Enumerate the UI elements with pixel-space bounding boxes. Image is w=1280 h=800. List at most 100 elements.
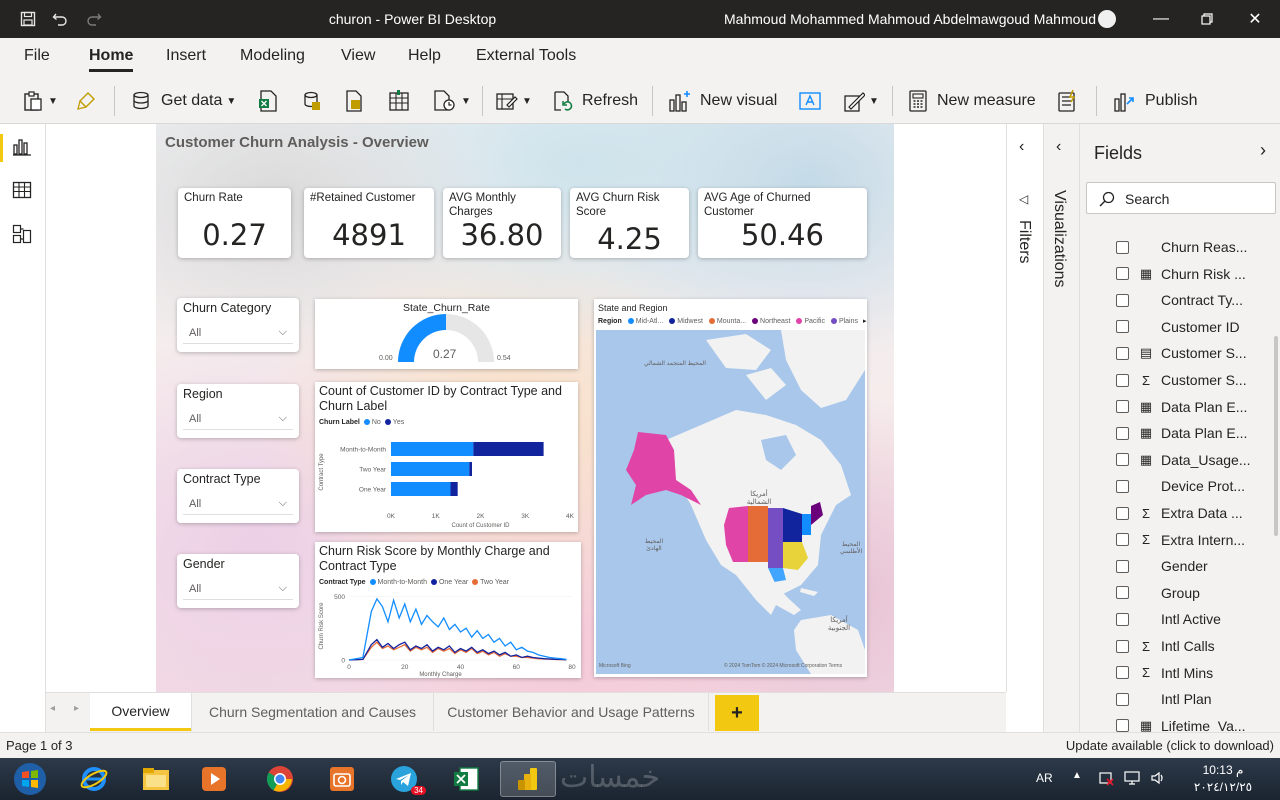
model-view-icon[interactable] — [12, 224, 34, 246]
field-item[interactable]: ▦ Churn Risk ... — [1116, 261, 1276, 287]
menu-insert[interactable]: Insert — [166, 47, 206, 65]
more-visuals-button[interactable]: ▼ — [843, 88, 879, 114]
menu-view[interactable]: View — [341, 47, 375, 65]
card-avg-churn-risk-score[interactable]: AVG Churn Risk Score 4.25 — [570, 188, 689, 258]
gauge-visual[interactable]: State_Churn_Rate 0.00 0.54 0.27 — [315, 299, 578, 369]
tab-customer-behavior[interactable]: Customer Behavior and Usage Patterns — [433, 693, 709, 731]
save-icon[interactable] — [12, 0, 44, 38]
restore-icon[interactable] — [1184, 0, 1230, 38]
media-player-icon[interactable] — [186, 761, 242, 797]
field-checkbox[interactable] — [1116, 533, 1129, 547]
field-item[interactable]: ▦ Lifetime_Va... — [1116, 713, 1276, 732]
menu-home[interactable]: Home — [89, 47, 134, 72]
field-item[interactable]: Σ Extra Intern... — [1116, 527, 1276, 553]
menu-file[interactable]: File — [24, 47, 50, 65]
tray-overflow-icon[interactable]: ▲ — [1072, 770, 1082, 781]
excel-workbook-button[interactable] — [258, 88, 278, 114]
filters-pane[interactable]: ‹ ◁ Filters — [1006, 124, 1043, 692]
table-view-icon[interactable] — [12, 180, 34, 202]
dataverse-button[interactable] — [300, 88, 322, 114]
new-measure-button[interactable]: New measure — [907, 88, 1036, 114]
slicer-gender[interactable]: Gender All ⌵ — [177, 554, 299, 608]
bar-segment[interactable] — [450, 482, 458, 496]
field-checkbox[interactable] — [1116, 400, 1129, 414]
card-retained-customer[interactable]: #Retained Customer 4891 — [304, 188, 434, 258]
field-item[interactable]: Contract Ty... — [1116, 287, 1276, 313]
field-checkbox[interactable] — [1116, 586, 1129, 600]
slicer-dropdown[interactable]: All ⌵ — [183, 324, 293, 344]
field-checkbox[interactable] — [1116, 346, 1129, 360]
field-checkbox[interactable] — [1116, 612, 1129, 626]
field-item[interactable]: Σ Intl Calls — [1116, 633, 1276, 659]
chrome-icon[interactable] — [252, 761, 308, 797]
map-visual[interactable]: State and Region Region Mid-Atl... Midwe… — [594, 299, 867, 677]
bar-segment[interactable] — [469, 462, 472, 476]
field-checkbox[interactable] — [1116, 666, 1129, 680]
field-checkbox[interactable] — [1116, 373, 1129, 387]
file-explorer-icon[interactable] — [128, 761, 184, 797]
field-checkbox[interactable] — [1116, 267, 1129, 281]
field-checkbox[interactable] — [1116, 559, 1129, 573]
slicer-dropdown[interactable]: All ⌵ — [183, 580, 293, 600]
visualizations-label[interactable]: Visualizations — [1050, 190, 1068, 288]
close-icon[interactable]: ✕ — [1232, 0, 1278, 38]
telegram-icon[interactable]: 34 — [376, 761, 432, 797]
bar-chart-visual[interactable]: Count of Customer ID by Contract Type an… — [315, 382, 578, 532]
bar-segment[interactable] — [391, 442, 474, 456]
internet-explorer-icon[interactable] — [66, 761, 122, 797]
field-item[interactable]: ▦ Data Plan E... — [1116, 420, 1276, 446]
chevron-right-icon[interactable]: › — [1260, 140, 1266, 161]
menu-modeling[interactable]: Modeling — [240, 47, 305, 65]
field-checkbox[interactable] — [1116, 320, 1129, 334]
slicer-dropdown[interactable]: All ⌵ — [183, 495, 293, 515]
field-item[interactable]: Device Prot... — [1116, 473, 1276, 499]
volume-icon[interactable] — [1150, 770, 1166, 789]
field-item[interactable]: Σ Intl Mins — [1116, 660, 1276, 686]
field-item[interactable]: Intl Plan — [1116, 686, 1276, 712]
bar-segment[interactable] — [391, 462, 470, 476]
field-checkbox[interactable] — [1116, 506, 1129, 520]
power-bi-taskbar-icon[interactable] — [500, 761, 556, 797]
enter-data-button[interactable] — [388, 88, 410, 114]
tab-scroll-left-icon[interactable]: ◂ — [50, 703, 55, 714]
tab-churn-segmentation[interactable]: Churn Segmentation and Causes — [191, 693, 433, 731]
format-painter-button[interactable] — [76, 88, 96, 114]
action-center-icon[interactable] — [1098, 770, 1114, 789]
card-churn-rate[interactable]: Churn Rate 0.27 — [178, 188, 291, 258]
field-item[interactable]: ▦ Data_Usage... — [1116, 447, 1276, 473]
update-link[interactable]: Update available (click to download) — [1066, 738, 1274, 753]
bar-segment[interactable] — [473, 442, 544, 456]
recent-sources-button[interactable]: ▼ — [433, 88, 471, 114]
get-data-button[interactable]: Get data ▼ — [131, 88, 236, 114]
field-checkbox[interactable] — [1116, 479, 1129, 493]
field-checkbox[interactable] — [1116, 293, 1129, 307]
field-checkbox[interactable] — [1116, 692, 1129, 706]
field-checkbox[interactable] — [1116, 453, 1129, 467]
field-checkbox[interactable] — [1116, 719, 1129, 732]
chevron-left-icon[interactable]: ‹ — [1056, 138, 1061, 156]
quick-measure-button[interactable] — [1056, 88, 1078, 114]
report-view-icon[interactable] — [12, 136, 34, 158]
slicer-dropdown[interactable]: All ⌵ — [183, 410, 293, 430]
field-item[interactable]: Intl Active — [1116, 606, 1276, 632]
slicer-churn-category[interactable]: Churn Category All ⌵ — [177, 298, 299, 352]
tab-scroll-right-icon[interactable]: ▸ — [74, 703, 79, 714]
user-name[interactable]: Mahmoud Mohammed Mahmoud Abdelmawgoud Ma… — [724, 11, 1096, 27]
menu-external-tools[interactable]: External Tools — [476, 47, 576, 65]
undo-icon[interactable] — [44, 0, 76, 38]
card-avg-age-churned[interactable]: AVG Age of Churned Customer 50.46 — [698, 188, 867, 258]
bar-segment[interactable] — [391, 482, 451, 496]
line-series[interactable] — [348, 638, 567, 661]
field-item[interactable]: Group — [1116, 580, 1276, 606]
field-item[interactable]: Customer ID — [1116, 314, 1276, 340]
start-button[interactable] — [2, 761, 58, 797]
chevron-left-icon[interactable]: ‹ — [1019, 138, 1024, 156]
slicer-region[interactable]: Region All ⌵ — [177, 384, 299, 438]
refresh-button[interactable]: Refresh — [552, 88, 638, 114]
clock-time[interactable]: 10:13 م — [1200, 763, 1246, 777]
menu-help[interactable]: Help — [408, 47, 441, 65]
card-avg-monthly-charges[interactable]: AVG Monthly Charges 36.80 — [443, 188, 561, 258]
field-item[interactable]: Churn Reas... — [1116, 234, 1276, 260]
language-indicator[interactable]: AR — [1036, 771, 1053, 785]
slicer-contract-type[interactable]: Contract Type All ⌵ — [177, 469, 299, 523]
